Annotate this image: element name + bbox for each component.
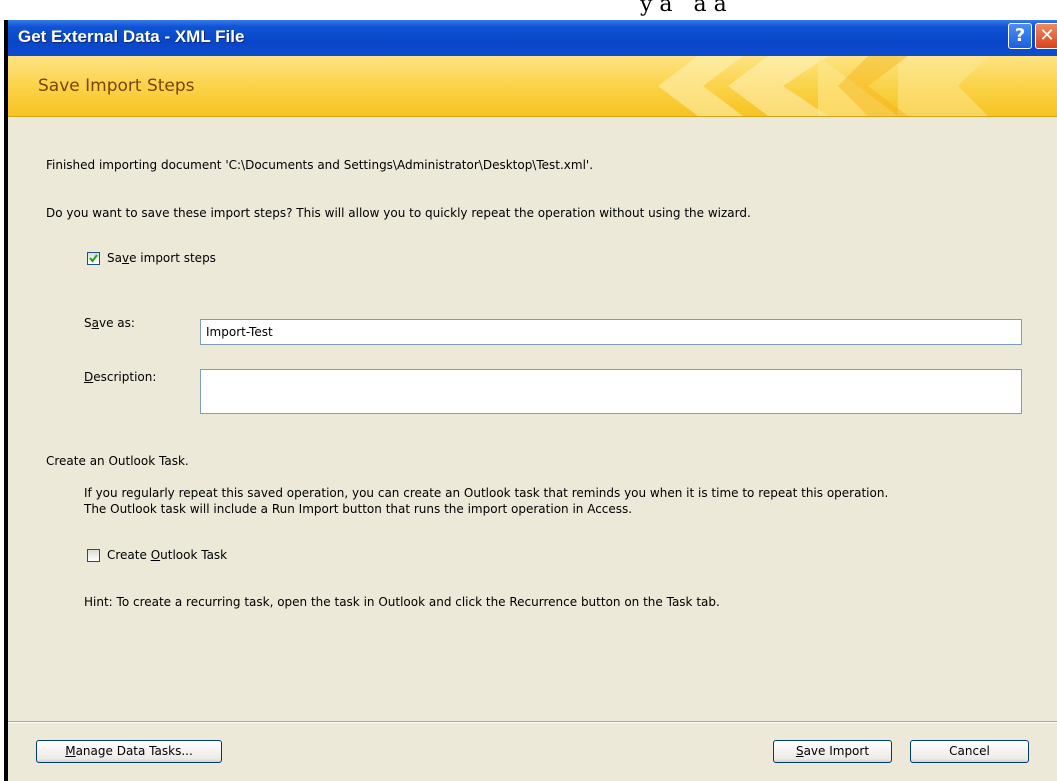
outlook-heading: Create an Outlook Task. xyxy=(46,454,189,468)
description-input[interactable] xyxy=(200,369,1022,414)
save-import-button[interactable]: Save Import xyxy=(773,740,892,763)
banner-arrows-decoration xyxy=(658,56,988,116)
banner-heading: Save Import Steps xyxy=(38,76,195,96)
save-question: Do you want to save these import steps? … xyxy=(46,206,751,220)
manage-data-tasks-button[interactable]: Manage Data Tasks... xyxy=(36,740,222,763)
screen: y ā ʼ ā ā Get External Data - XML File ?… xyxy=(0,0,1057,781)
background-text: y ā ʼ ā ā xyxy=(640,0,727,17)
save-as-input[interactable]: Import-Test xyxy=(200,319,1022,345)
save-steps-checkbox[interactable] xyxy=(87,252,100,265)
footer-divider xyxy=(8,721,1057,723)
dialog-window: Get External Data - XML File ? ✕ Save Im… xyxy=(4,20,1057,781)
dialog-content: Finished importing document 'C:\Document… xyxy=(8,116,1057,781)
window-title: Get External Data - XML File xyxy=(18,27,245,46)
cancel-button[interactable]: Cancel xyxy=(910,740,1029,763)
checkmark-icon xyxy=(89,254,98,263)
create-outlook-task-label[interactable]: Create Outlook Task xyxy=(107,548,227,562)
create-outlook-task-checkbox[interactable] xyxy=(87,549,100,562)
wizard-banner: Save Import Steps xyxy=(8,56,1057,117)
help-icon[interactable]: ? xyxy=(1008,23,1032,49)
close-icon[interactable]: ✕ xyxy=(1035,23,1057,49)
title-bar[interactable]: Get External Data - XML File ? ✕ xyxy=(8,20,1057,56)
hint-text: Hint: To create a recurring task, open t… xyxy=(84,595,720,609)
outlook-info-line-2: The Outlook task will include a Run Impo… xyxy=(84,502,633,516)
outlook-info-line-1: If you regularly repeat this saved opera… xyxy=(84,486,889,500)
description-label: Description: xyxy=(84,370,157,384)
finished-message: Finished importing document 'C:\Document… xyxy=(46,158,594,172)
save-steps-label[interactable]: Save import steps xyxy=(107,251,216,265)
background-strip: y ā ʼ ā ā xyxy=(0,0,1057,20)
save-as-label: Save as: xyxy=(84,316,135,330)
